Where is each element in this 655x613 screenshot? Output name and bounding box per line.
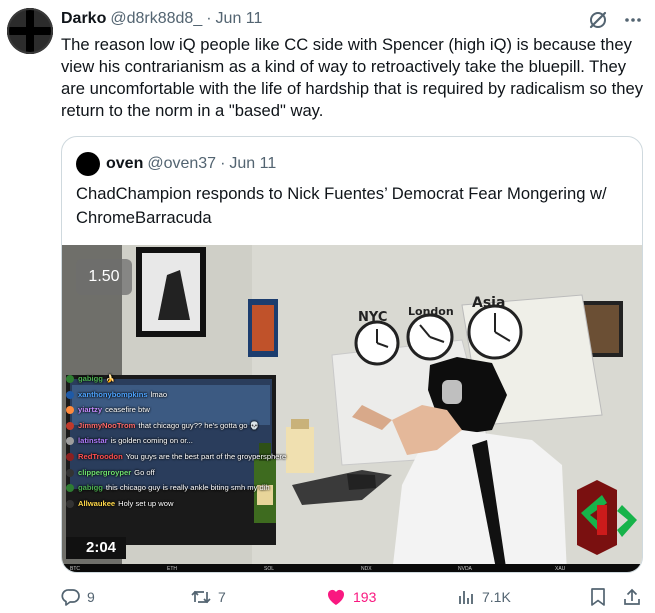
chat-text: that chicago guy?? he's gotta go 💀 (138, 420, 260, 430)
video-timer: 2:04 (66, 537, 127, 559)
chat-username: yiartzy (78, 405, 103, 415)
chat-user-badge-icon (66, 421, 74, 430)
ticker-symbol: SOL (264, 566, 275, 572)
chat-username: clippergroyper (78, 467, 132, 477)
quoted-tweet[interactable]: oven @oven37 · Jun 11 ChadChampion respo… (61, 136, 643, 573)
chat-user-badge-icon (66, 484, 74, 493)
chat-text: is golden coming on or... (110, 436, 193, 446)
avatar-image (7, 8, 53, 54)
chat-username: Allwaukee (78, 498, 116, 508)
chat-text: Holy set up wow (118, 498, 174, 508)
ticker-symbol: ETH (167, 566, 177, 572)
chat-user-badge-icon (66, 375, 74, 383)
quote-date: Jun 11 (229, 155, 277, 172)
chat-user-badge-icon (66, 390, 74, 399)
like-button[interactable]: 193 (325, 585, 376, 609)
chat-username: RedTroodon (78, 451, 123, 461)
heart-icon (327, 589, 345, 605)
playback-speed-badge[interactable]: 1.50 (76, 259, 132, 295)
chat-message: gabigg this chicago guy is really ankle b… (66, 480, 270, 496)
ticker-symbol: XAU (555, 566, 566, 572)
chat-username: xanthonybompkins (78, 389, 148, 399)
chat-message: latinstar is golden coming on or... (66, 433, 252, 449)
reply-button[interactable]: 9 (61, 585, 95, 609)
like-count: 193 (353, 589, 377, 605)
tweet-text: The reason low iQ people like CC side wi… (61, 35, 643, 120)
chat-user-badge-icon (66, 406, 74, 415)
chat-message: RedTroodon You guys are the best part of … (66, 449, 286, 465)
chat-user-badge-icon (66, 499, 74, 508)
tweet-header: Darko @d8rk88d8_ · Jun 11 (61, 8, 643, 30)
chat-user-badge-icon (66, 452, 74, 461)
reply-count: 9 (87, 589, 95, 605)
chat-text: You guys are the best part of the groype… (125, 451, 287, 461)
chat-text: Go off (134, 467, 155, 477)
chat-text: 🍌 (105, 374, 116, 383)
quote-header: oven @oven37 · Jun 11 (76, 152, 277, 176)
chat-text: ceasefire btw (105, 405, 150, 415)
clock-label-nyc: NYC (358, 310, 388, 325)
view-count: 7.1K (482, 589, 511, 605)
views-icon (459, 591, 473, 604)
profile-avatar[interactable] (7, 8, 53, 54)
author-name[interactable]: Darko (61, 10, 106, 28)
stream-chat: gabigg 🍌 xanthonybompkins lmao yiartzy ceasef… (66, 371, 286, 512)
grok-icon[interactable] (587, 9, 609, 31)
quote-author-handle: @oven37 (147, 155, 217, 172)
author-handle[interactable]: @d8rk88d8_ (110, 10, 202, 28)
chat-message: yiartzy ceasefire btw (66, 402, 252, 418)
repost-icon (191, 590, 211, 604)
ticker-symbol: BTC (70, 566, 80, 572)
separator-dot: · (206, 10, 212, 27)
bookmark-button[interactable] (589, 585, 613, 609)
chat-username: gabigg (78, 374, 103, 383)
chat-message: Allwaukee Holy set up wow (66, 496, 252, 512)
chat-username: latinstar (78, 436, 108, 446)
price-ticker: BTC ETH SOL NDX NVDA XAU (62, 564, 642, 572)
clock-label-london: London (408, 305, 454, 318)
reply-icon (61, 589, 80, 606)
quote-text: ChadChampion responds to Nick Fuentes’ D… (76, 184, 607, 227)
ticker-symbol: NDX (361, 566, 372, 572)
repost-button[interactable]: 7 (190, 585, 226, 609)
chat-text: this chicago guy is really ankle biting … (105, 483, 270, 493)
views-button[interactable]: 7.1K (456, 585, 511, 609)
bookmark-icon (591, 588, 605, 606)
chat-user-badge-icon (66, 437, 74, 446)
share-icon (624, 588, 640, 605)
clock-label-asia: Asia (472, 295, 506, 311)
chat-username: gabigg (78, 483, 103, 493)
quote-author-name: oven (106, 155, 144, 172)
action-bar: 9 7 193 7.1K (61, 585, 641, 609)
share-button[interactable] (623, 585, 647, 609)
more-icon[interactable] (623, 10, 643, 30)
chat-username: JimmyNooTrom (78, 420, 136, 430)
ticker-symbol: NVDA (458, 566, 472, 572)
quote-separator-dot: · (220, 155, 226, 172)
chat-message: xanthonybompkins lmao (66, 387, 252, 403)
chat-message: clippergroyper Go off (66, 465, 252, 481)
tweet-date[interactable]: Jun 11 (216, 10, 263, 28)
video-player[interactable]: 1.50 NYC London Asia gabigg 🍌 xanthonybomp… (62, 245, 642, 572)
chat-message: JimmyNooTrom that chicago guy?? he's gott… (66, 418, 259, 434)
repost-count: 7 (218, 589, 226, 605)
chat-user-badge-icon (66, 468, 74, 477)
chat-text: lmao (150, 389, 168, 399)
chat-message: gabigg 🍌 (66, 371, 252, 387)
quote-author-avatar (76, 152, 100, 176)
